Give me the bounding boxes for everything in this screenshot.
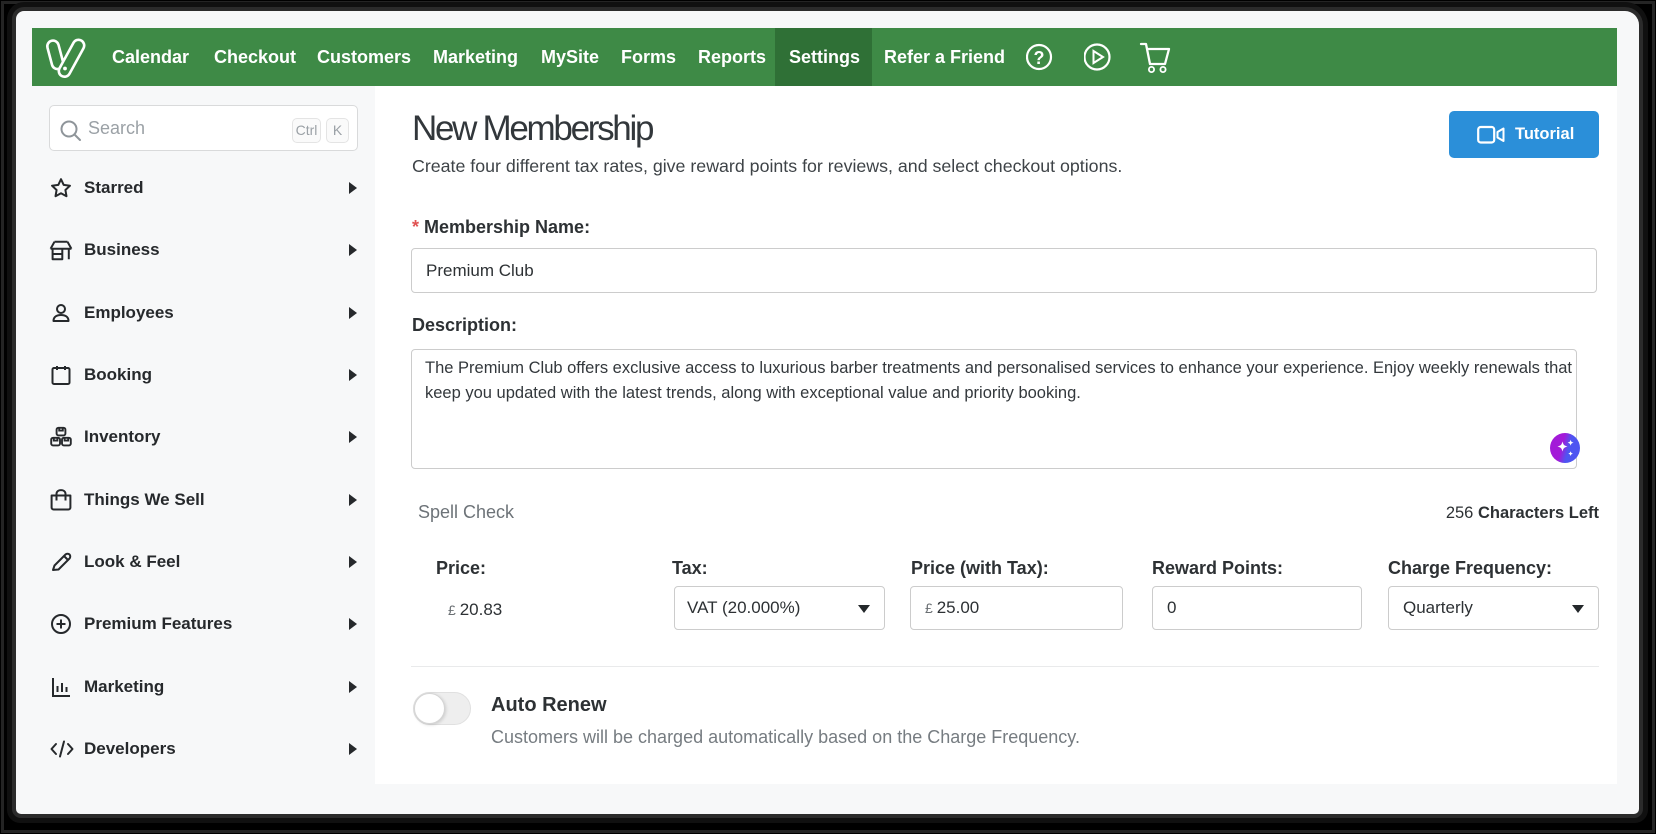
svg-text:?: ? (1034, 48, 1045, 68)
